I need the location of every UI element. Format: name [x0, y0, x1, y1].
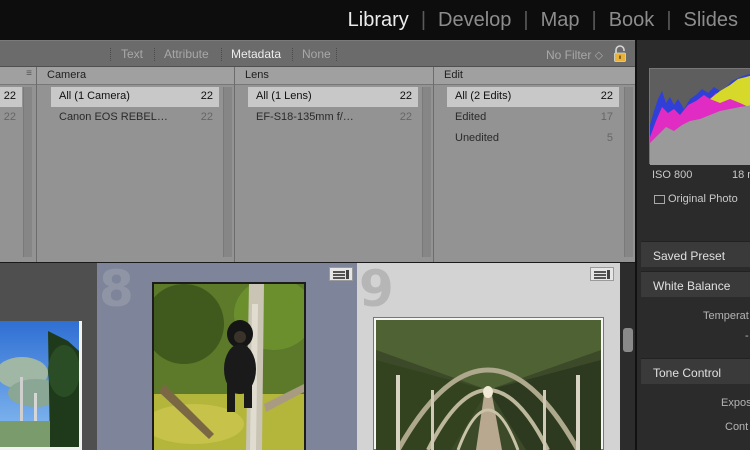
right-panel: ISO 800 18 m Original Photo Saved Preset…	[635, 40, 750, 450]
grid-cell[interactable]	[0, 263, 97, 450]
filter-none[interactable]: None	[302, 47, 331, 61]
filter-separator	[292, 48, 293, 61]
metadata-column-lens: Lens All (1 Lens) 22 EF-S18-135mm f/… 22	[235, 67, 434, 262]
photo-pergola	[376, 320, 601, 450]
tone-control-row[interactable]: Tone Control	[641, 358, 750, 384]
iso-readout: ISO 800	[652, 169, 693, 181]
module-map[interactable]: Map	[529, 9, 592, 32]
filter-separator	[110, 48, 111, 61]
column-scrollbar[interactable]	[23, 87, 32, 257]
metadata-browser: ≡ 22 22 Camera All (1 Camera) 22 Canon E…	[0, 67, 635, 262]
filter-text[interactable]: Text	[121, 47, 143, 61]
filter-preset-dropdown[interactable]: No Filter ⬦	[546, 48, 603, 63]
focal-length-readout: 18 m	[732, 169, 750, 181]
column-scrollbar[interactable]	[624, 87, 633, 257]
list-item[interactable]: Edited 17	[447, 108, 619, 128]
cell-index: 9	[359, 260, 394, 318]
module-library[interactable]: Library	[336, 9, 421, 32]
column-header-lens[interactable]: Lens	[235, 67, 433, 85]
photo-monkey	[154, 284, 304, 450]
cell-index: 8	[99, 260, 134, 318]
metadata-badge-icon[interactable]	[590, 267, 614, 281]
list-item[interactable]: All (2 Edits) 22	[447, 87, 619, 107]
list-item[interactable]: 22	[0, 108, 22, 128]
contrast-label: Cont	[725, 421, 749, 433]
filter-metadata[interactable]: Metadata	[231, 47, 281, 61]
photo-trees	[0, 321, 79, 447]
metadata-column-camera: Camera All (1 Camera) 22 Canon EOS REBEL…	[37, 67, 235, 262]
column-header-edit[interactable]: Edit	[434, 67, 635, 85]
exposure-label: Expos	[721, 397, 750, 409]
photo-frame	[152, 282, 306, 450]
histogram-graph	[650, 73, 750, 165]
module-picker: Library | Develop | Map | Book | Slides	[336, 0, 750, 40]
list-item[interactable]: Canon EOS REBEL… 22	[51, 108, 219, 128]
thumbnail-grid: 8 9	[0, 260, 620, 450]
module-slides[interactable]: Slides	[672, 9, 750, 32]
histogram	[649, 68, 750, 165]
grid-cell[interactable]: 9	[357, 260, 620, 450]
library-filter-bar: Text Attribute Metadata None No Filter ⬦	[0, 40, 635, 67]
grid-scrollbar-thumb[interactable]	[623, 328, 633, 352]
column-header-camera[interactable]: Camera	[37, 67, 234, 85]
module-book[interactable]: Book	[597, 9, 667, 32]
list-item[interactable]: EF-S18-135mm f/… 22	[248, 108, 418, 128]
filter-attribute[interactable]: Attribute	[164, 47, 209, 61]
filter-separator	[336, 48, 337, 61]
module-develop[interactable]: Develop	[426, 9, 523, 32]
photo-frame	[373, 317, 604, 450]
white-balance-row[interactable]: White Balance	[641, 271, 750, 297]
grid-scrollbar[interactable]	[620, 263, 635, 450]
metadata-column-partial: ≡ 22 22	[0, 67, 37, 262]
column-menu-icon[interactable]: ≡	[26, 68, 32, 79]
temperature-value: -	[745, 330, 749, 342]
original-photo-checkbox[interactable]	[654, 195, 665, 204]
column-scrollbar[interactable]	[422, 87, 431, 257]
column-scrollbar[interactable]	[223, 87, 232, 257]
photo-frame	[0, 321, 82, 450]
list-item[interactable]: All (1 Camera) 22	[51, 87, 219, 107]
lock-icon[interactable]	[613, 45, 627, 63]
module-picker-bar: Library | Develop | Map | Book | Slides	[0, 0, 750, 40]
saved-preset-row[interactable]: Saved Preset	[641, 241, 750, 267]
column-header: ≡	[0, 67, 36, 85]
list-item[interactable]: 22	[0, 87, 22, 107]
filter-separator	[221, 48, 222, 61]
list-item[interactable]: Unedited 5	[447, 129, 619, 149]
metadata-column-edit: Edit All (2 Edits) 22 Edited 17 Unedited…	[434, 67, 635, 262]
original-photo-label: Original Photo	[668, 193, 738, 205]
grid-cell-selected[interactable]: 8	[97, 260, 357, 450]
list-item[interactable]: All (1 Lens) 22	[248, 87, 418, 107]
temperature-label: Temperat	[703, 310, 749, 322]
filter-separator	[154, 48, 155, 61]
metadata-badge-icon[interactable]	[329, 267, 353, 281]
